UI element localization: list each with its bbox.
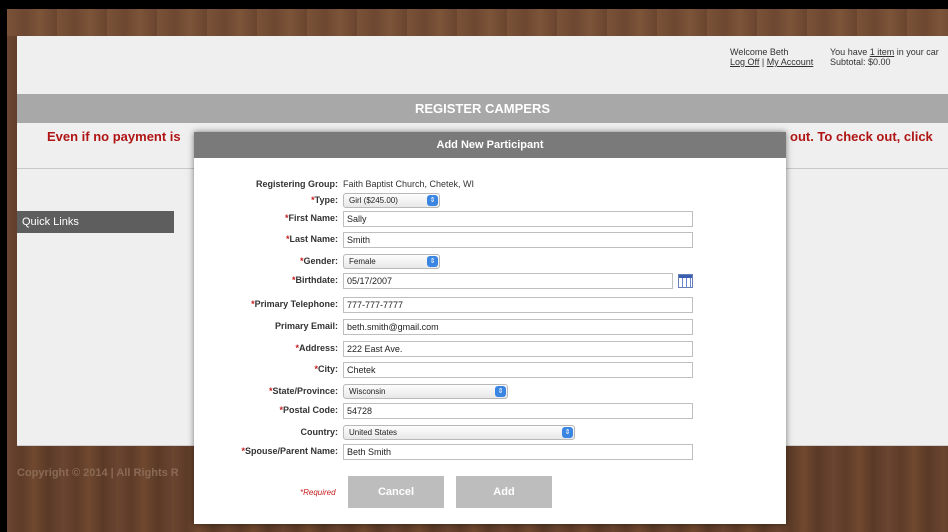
postal-code-input[interactable]: 54728: [343, 403, 693, 419]
cart-subtotal: Subtotal: $0.00: [830, 57, 891, 67]
country-label: Country:: [300, 427, 339, 437]
cancel-button[interactable]: Cancel: [348, 476, 444, 508]
cart-item-link[interactable]: 1 item: [870, 47, 895, 57]
cart-suffix: in your car: [896, 47, 939, 57]
address-input[interactable]: 222 East Ave.: [343, 341, 693, 357]
add-participant-modal: Add New Participant Registering Group: F…: [194, 132, 786, 524]
checkout-notice-right: out. To check out, click: [790, 129, 933, 144]
chevron-updown-icon: ⇕: [495, 386, 506, 397]
spouse-parent-input[interactable]: Beth Smith: [343, 444, 693, 460]
spouse-parent-label: Spouse/Parent Name:: [244, 446, 338, 456]
country-value: United States: [349, 428, 398, 437]
state-row: *State/Province: Wisconsin ⇕: [194, 384, 786, 402]
link-separator: |: [761, 57, 765, 67]
first-name-input[interactable]: Sally: [343, 211, 693, 227]
type-select[interactable]: Girl ($245.00) ⇕: [343, 193, 440, 208]
chevron-updown-icon: ⇕: [562, 427, 573, 438]
welcome-text: Welcome Beth: [730, 47, 789, 57]
spouse-parent-row: *Spouse/Parent Name: Beth Smith: [194, 444, 786, 462]
last-name-label: Last Name:: [289, 234, 338, 244]
last-name-row: *Last Name: Smith: [194, 232, 786, 250]
calendar-icon[interactable]: [678, 274, 693, 288]
cart-prefix: You have: [830, 47, 868, 57]
modal-title: Add New Participant: [194, 132, 786, 158]
gender-row: *Gender: Female ⇕: [194, 254, 786, 272]
chevron-updown-icon: ⇕: [427, 256, 438, 267]
city-input[interactable]: Chetek: [343, 362, 693, 378]
address-row: *Address: 222 East Ave.: [194, 341, 786, 359]
address-label: Address:: [298, 343, 338, 353]
gender-value: Female: [349, 257, 376, 266]
birthdate-input[interactable]: 05/17/2007: [343, 273, 673, 289]
type-row: *Type: Girl ($245.00) ⇕: [194, 193, 786, 211]
postal-code-row: *Postal Code: 54728: [194, 403, 786, 421]
copyright-text: Copyright © 2014 | All Rights R: [17, 467, 179, 479]
primary-email-row: Primary Email: beth.smith@gmail.com: [194, 319, 786, 337]
birthdate-row: *Birthdate: 05/17/2007: [194, 273, 786, 291]
wood-header-strip: [7, 9, 948, 36]
country-select[interactable]: United States ⇕: [343, 425, 575, 440]
section-title-bar: REGISTER CAMPERS: [17, 94, 948, 123]
first-name-label: First Name:: [288, 213, 338, 223]
gender-select[interactable]: Female ⇕: [343, 254, 440, 269]
welcome-block: Welcome Beth Log Off | My Account: [730, 47, 813, 67]
birthdate-label: Birthdate:: [295, 275, 339, 285]
city-label: City:: [318, 364, 338, 374]
section-title: REGISTER CAMPERS: [414, 101, 551, 116]
primary-telephone-row: *Primary Telephone: 777-777-7777: [194, 297, 786, 315]
quick-links-header[interactable]: Quick Links: [17, 211, 174, 233]
state-select[interactable]: Wisconsin ⇕: [343, 384, 508, 399]
required-note: *Required: [300, 488, 336, 497]
registering-group-label: Registering Group:: [255, 179, 338, 189]
type-value: Girl ($245.00): [349, 196, 398, 205]
logoff-link[interactable]: Log Off: [730, 57, 759, 67]
postal-code-label: Postal Code:: [282, 405, 338, 415]
first-name-row: *First Name: Sally: [194, 211, 786, 229]
state-label: State/Province:: [272, 386, 338, 396]
gender-label: Gender:: [303, 256, 338, 266]
chevron-updown-icon: ⇕: [427, 195, 438, 206]
state-value: Wisconsin: [349, 387, 386, 396]
checkout-notice-left: Even if no payment is: [47, 129, 181, 144]
left-border: [0, 9, 7, 532]
country-row: Country: United States ⇕: [194, 425, 786, 443]
primary-telephone-label: Primary Telephone:: [254, 299, 338, 309]
city-row: *City: Chetek: [194, 362, 786, 380]
registering-group-value: Faith Baptist Church, Chetek, WI: [343, 179, 475, 189]
cart-summary: You have 1 item in your car Subtotal: $0…: [830, 47, 939, 67]
primary-email-label: Primary Email:: [274, 321, 338, 331]
primary-telephone-input[interactable]: 777-777-7777: [343, 297, 693, 313]
primary-email-input[interactable]: beth.smith@gmail.com: [343, 319, 693, 335]
my-account-link[interactable]: My Account: [767, 57, 814, 67]
type-label: Type:: [314, 195, 338, 205]
add-button[interactable]: Add: [456, 476, 552, 508]
last-name-input[interactable]: Smith: [343, 232, 693, 248]
